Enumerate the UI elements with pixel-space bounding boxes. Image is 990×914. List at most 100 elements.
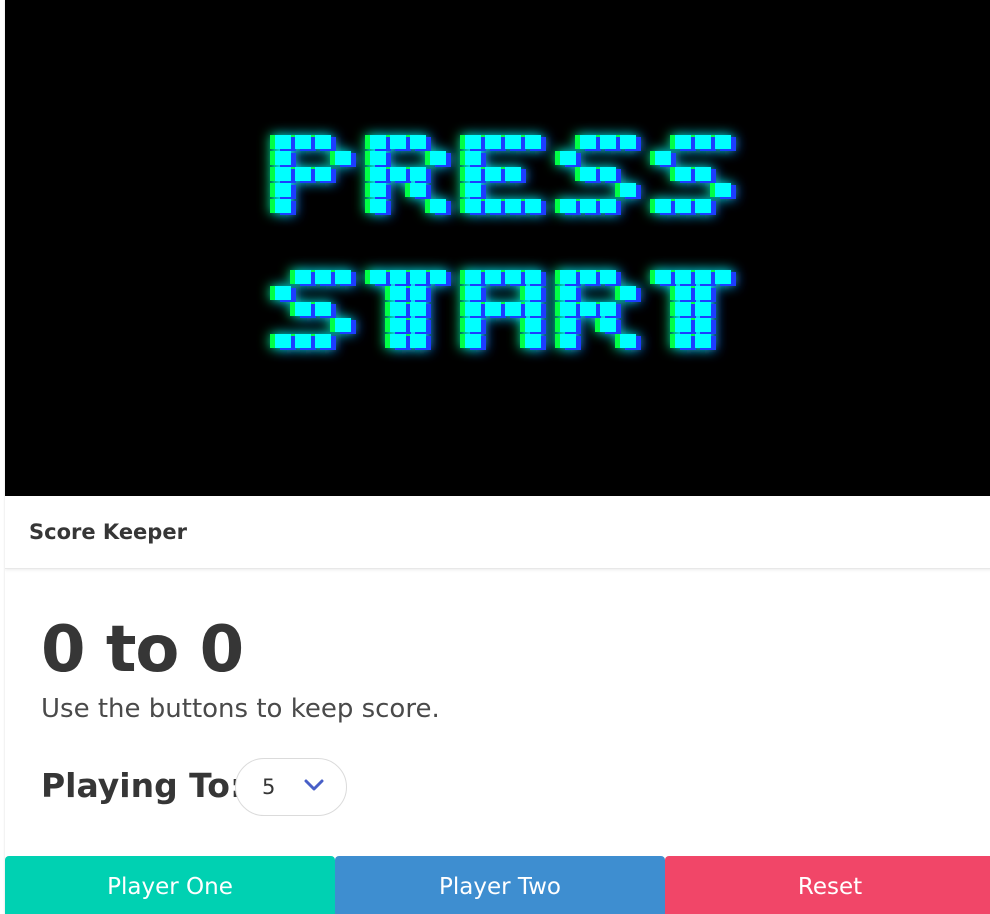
pixel-glyph-block: [410, 270, 426, 284]
pixel-glyph-block: [410, 167, 426, 181]
pixel-glyph-block: [275, 167, 291, 181]
pixel-glyph-block: [695, 302, 711, 316]
pixel-glyph-block: [295, 302, 311, 316]
pixel-glyph-block: [315, 135, 331, 149]
pixel-glyph-block: [390, 135, 406, 149]
pixel-glyph-block: [315, 270, 331, 284]
pixel-glyph-block: [505, 167, 521, 181]
pixel-glyph-block: [695, 199, 711, 213]
press-start-graphic: [270, 135, 736, 350]
pixel-glyph-block: [525, 302, 541, 316]
pixel-glyph-block: [525, 318, 541, 332]
pixel-glyph-block: [430, 151, 446, 165]
pixel-glyph-block: [525, 286, 541, 300]
player-two-button[interactable]: Player Two: [335, 856, 665, 914]
pixel-glyph-block: [655, 151, 671, 165]
score-instructions: Use the buttons to keep score.: [41, 694, 440, 724]
card-header: Score Keeper: [5, 496, 990, 569]
pixel-glyph-block: [275, 135, 291, 149]
pixel-glyph-block: [275, 151, 291, 165]
pixel-glyph-block: [485, 135, 501, 149]
pixel-glyph-block: [370, 151, 386, 165]
pixel-glyph-block: [485, 302, 501, 316]
pixel-glyph-block: [410, 302, 426, 316]
pixel-glyph-block: [580, 167, 596, 181]
pixel-glyph-block: [370, 167, 386, 181]
pixel-glyph-block: [465, 199, 481, 213]
playing-to-label: Playing To:: [41, 766, 244, 805]
pixel-glyph-block: [275, 183, 291, 197]
pixel-glyph-block: [465, 135, 481, 149]
pixel-glyph-block: [600, 318, 616, 332]
pixel-glyph-block: [600, 302, 616, 316]
pixel-glyph-block: [675, 270, 691, 284]
pixel-glyph-block: [410, 135, 426, 149]
pixel-glyph-block: [675, 318, 691, 332]
pixel-glyph-block: [620, 183, 636, 197]
pixel-glyph-block: [580, 199, 596, 213]
pixel-glyph-block: [695, 318, 711, 332]
pixel-glyph-block: [465, 318, 481, 332]
score-keeper-card: Score Keeper 0 to 0 Use the buttons to k…: [5, 0, 990, 914]
pixel-glyph-block: [465, 302, 481, 316]
pixel-glyph-block: [335, 151, 351, 165]
pixel-glyph-block: [390, 167, 406, 181]
pixel-glyph-block: [485, 270, 501, 284]
pixel-glyph-block: [465, 286, 481, 300]
pixel-glyph-block: [505, 270, 521, 284]
pixel-glyph-block: [315, 334, 331, 348]
player-one-button[interactable]: Player One: [5, 856, 335, 914]
pixel-glyph-block: [695, 167, 711, 181]
pixel-glyph-block: [390, 334, 406, 348]
pixel-glyph-block: [620, 286, 636, 300]
pixel-glyph-block: [560, 270, 576, 284]
reset-button[interactable]: Reset: [665, 856, 990, 914]
pixel-glyph-block: [465, 334, 481, 348]
chevron-down-icon: [304, 779, 324, 791]
pixel-glyph-block: [580, 135, 596, 149]
pixel-glyph-block: [600, 199, 616, 213]
pixel-glyph-block: [695, 270, 711, 284]
pixel-glyph-block: [505, 199, 521, 213]
pixel-glyph-block: [410, 318, 426, 332]
pixel-glyph-block: [560, 286, 576, 300]
pixel-glyph-block: [410, 183, 426, 197]
pixel-glyph-block: [465, 270, 481, 284]
pixel-glyph-block: [580, 302, 596, 316]
pixel-glyph-block: [275, 199, 291, 213]
pixel-glyph-block: [655, 199, 671, 213]
pixel-glyph-block: [560, 334, 576, 348]
pixel-glyph-block: [655, 270, 671, 284]
press-start-image: [5, 0, 990, 496]
pixel-glyph-block: [695, 334, 711, 348]
pixel-glyph-block: [390, 302, 406, 316]
pixel-glyph-block: [465, 151, 481, 165]
pixel-glyph-block: [525, 334, 541, 348]
pixel-glyph-block: [485, 167, 501, 181]
pixel-glyph-block: [715, 135, 731, 149]
pixel-glyph-block: [600, 135, 616, 149]
pixel-glyph-block: [695, 286, 711, 300]
score-display: 0 to 0: [41, 613, 244, 687]
pixel-glyph-block: [715, 270, 731, 284]
pixel-glyph-block: [390, 286, 406, 300]
pixel-glyph-block: [505, 135, 521, 149]
pixel-glyph-block: [525, 199, 541, 213]
pixel-glyph-block: [295, 135, 311, 149]
pixel-glyph-block: [525, 135, 541, 149]
pixel-glyph-block: [675, 167, 691, 181]
playing-to-select[interactable]: 5: [235, 758, 347, 816]
pixel-glyph-block: [600, 167, 616, 181]
pixel-glyph-block: [410, 334, 426, 348]
pixel-glyph-block: [370, 199, 386, 213]
pixel-glyph-block: [620, 135, 636, 149]
pixel-glyph-block: [430, 199, 446, 213]
pixel-glyph-block: [315, 167, 331, 181]
pixel-glyph-block: [675, 334, 691, 348]
pixel-glyph-block: [335, 318, 351, 332]
pixel-glyph-block: [410, 286, 426, 300]
pixel-glyph-block: [485, 199, 501, 213]
pixel-glyph-block: [560, 199, 576, 213]
pixel-glyph-block: [390, 318, 406, 332]
pixel-glyph-block: [335, 270, 351, 284]
